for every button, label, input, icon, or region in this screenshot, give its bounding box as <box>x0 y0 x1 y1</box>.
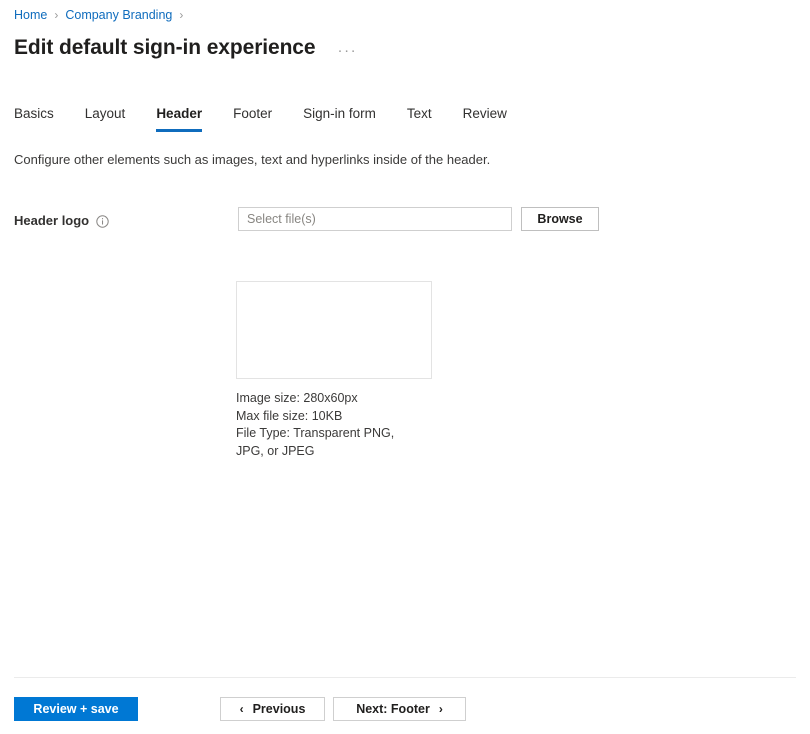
next-button-label: Next: Footer <box>356 702 430 716</box>
breadcrumb-separator-icon: › <box>179 7 183 23</box>
previous-button[interactable]: ‹ Previous <box>220 697 325 721</box>
footer-divider <box>14 677 796 678</box>
previous-button-label: Previous <box>253 702 306 716</box>
tab-layout[interactable]: Layout <box>85 104 126 132</box>
header-logo-label-group: Header logo <box>14 212 109 230</box>
wizard-tabs: Basics Layout Header Footer Sign-in form… <box>14 104 538 132</box>
tab-sign-in-form[interactable]: Sign-in form <box>303 104 376 132</box>
tab-label: Sign-in form <box>303 106 376 121</box>
browse-button[interactable]: Browse <box>521 207 599 231</box>
header-logo-label: Header logo <box>14 212 89 230</box>
info-circle-icon[interactable] <box>96 215 109 228</box>
page-title: Edit default sign-in experience <box>14 34 315 62</box>
header-logo-requirements: Image size: 280x60px Max file size: 10KB… <box>236 390 394 460</box>
requirement-file-type-line2: JPG, or JPEG <box>236 443 394 461</box>
tab-label: Review <box>463 106 507 121</box>
tab-label: Layout <box>85 106 126 121</box>
requirement-image-size: Image size: 280x60px <box>236 390 394 408</box>
tab-basics[interactable]: Basics <box>14 104 54 132</box>
header-logo-file-input[interactable] <box>238 207 512 231</box>
breadcrumb: Home › Company Branding › <box>14 7 190 23</box>
breadcrumb-separator-icon: › <box>54 7 58 23</box>
tab-header[interactable]: Header <box>156 104 202 132</box>
tab-text[interactable]: Text <box>407 104 432 132</box>
next-footer-button[interactable]: Next: Footer › <box>333 697 466 721</box>
tab-label: Footer <box>233 106 272 121</box>
breadcrumb-item-home[interactable]: Home <box>14 7 47 23</box>
breadcrumb-item-company-branding[interactable]: Company Branding <box>65 7 172 23</box>
tab-label: Header <box>156 106 202 121</box>
header-logo-preview <box>236 281 432 379</box>
tab-label: Text <box>407 106 432 121</box>
chevron-right-icon: › <box>439 702 443 716</box>
tab-footer[interactable]: Footer <box>233 104 272 132</box>
tab-review[interactable]: Review <box>463 104 507 132</box>
page-title-row: Edit default sign-in experience ··· <box>14 31 357 65</box>
requirement-file-type-line1: File Type: Transparent PNG, <box>236 425 394 443</box>
requirement-max-file-size: Max file size: 10KB <box>236 408 394 426</box>
tab-label: Basics <box>14 106 54 121</box>
chevron-left-icon: ‹ <box>240 702 244 716</box>
review-and-save-button[interactable]: Review + save <box>14 697 138 721</box>
section-description: Configure other elements such as images,… <box>14 151 490 169</box>
ellipsis-horizontal-icon[interactable]: ··· <box>337 31 357 65</box>
